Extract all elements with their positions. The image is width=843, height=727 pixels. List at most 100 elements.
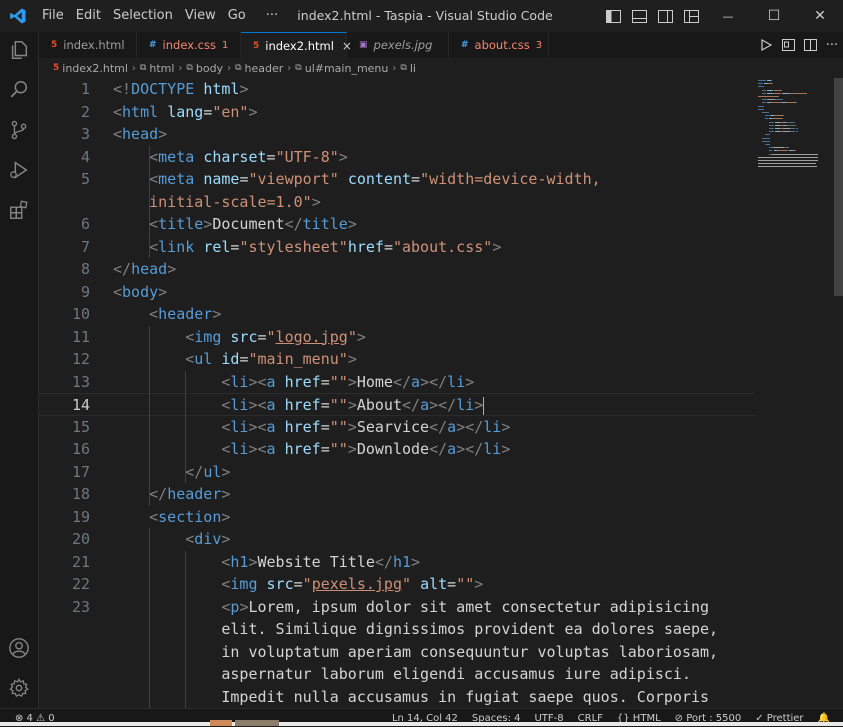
menu-selection[interactable]: Selection xyxy=(107,0,179,32)
code-token: > xyxy=(411,552,421,571)
code-line[interactable]: 1 <!DOCTYPE html> xyxy=(39,78,755,101)
html-file-icon: 5 xyxy=(53,63,60,73)
code-token: html xyxy=(122,102,159,121)
minimize-button[interactable]: — xyxy=(705,0,751,32)
code-line[interactable]: 2 <html lang="en"> xyxy=(39,101,755,124)
code-line[interactable]: 15 <li><a href="">Searvice</a></li> xyxy=(39,416,755,439)
code-line[interactable]: 5 <meta name="viewport" content="width=d… xyxy=(39,168,755,191)
code-token: > xyxy=(203,215,213,233)
source-control-icon[interactable] xyxy=(7,118,31,142)
minimap[interactable] xyxy=(756,78,834,208)
tab-index-html[interactable]: 5 index.html xyxy=(39,32,137,58)
code-token: li xyxy=(230,396,249,414)
menu-edit[interactable]: Edit xyxy=(70,0,107,32)
scrollbar-thumb[interactable] xyxy=(834,78,843,296)
menu-view[interactable]: View xyxy=(179,0,222,32)
code-token: li xyxy=(483,417,502,436)
code-line[interactable]: 8 </head> xyxy=(39,258,755,281)
code-line[interactable]: elit. Similique dignissimos provident ea… xyxy=(39,618,755,641)
code-line[interactable]: 17 </ul> xyxy=(39,461,755,484)
menu-bar: File Edit Selection View Go ··· xyxy=(36,0,284,32)
breadcrumb-item[interactable]: ⧉ ul#main_menu xyxy=(295,62,388,75)
code-token: >< xyxy=(248,372,267,391)
code-line[interactable]: 18 </header> xyxy=(39,483,755,506)
extensions-icon[interactable] xyxy=(7,198,31,222)
code-line[interactable]: 22 <img src="pexels.jpg" alt=""> xyxy=(39,573,755,596)
explorer-icon[interactable] xyxy=(7,38,31,62)
account-icon[interactable] xyxy=(7,636,31,660)
breadcrumb-item[interactable]: ⧉ li xyxy=(400,62,416,75)
toggle-secondary-sidebar-icon[interactable] xyxy=(652,0,678,32)
vscode-logo-icon[interactable] xyxy=(0,0,36,32)
close-button[interactable]: ✕ xyxy=(797,0,843,32)
code-line[interactable]: 6 <title>Document</title> xyxy=(39,213,755,236)
tab-pexels-jpg[interactable]: ▣ pexels.jpg xyxy=(347,32,449,58)
run-debug-icon[interactable] xyxy=(7,158,31,182)
minimap-stroke xyxy=(782,131,790,133)
code-line[interactable]: 20 <div> xyxy=(39,528,755,551)
code-token: < xyxy=(185,530,195,548)
code-line[interactable]: 10 <header> xyxy=(39,303,755,326)
code-token: alt xyxy=(420,575,448,593)
code-line[interactable]: 13 <li><a href="">Home</a></li> xyxy=(39,371,755,394)
code-line[interactable]: 19 <section> xyxy=(39,506,755,529)
code-token: lang xyxy=(167,102,204,121)
menu-more[interactable]: ··· xyxy=(260,0,284,32)
run-icon[interactable] xyxy=(755,32,777,58)
line-number: 2 xyxy=(80,102,90,121)
code-line[interactable]: 21 <h1>Website Title</h1> xyxy=(39,551,755,574)
tab-index-css[interactable]: # index.css 1 xyxy=(137,32,241,58)
open-preview-icon[interactable] xyxy=(777,32,799,58)
code-line[interactable]: 14 <li><a href="">About</a></li> xyxy=(39,393,755,416)
toggle-panel-icon[interactable] xyxy=(626,0,652,32)
line-number: 14 xyxy=(71,396,90,414)
code-line[interactable]: 9 <body> xyxy=(39,281,755,304)
code-token: "width=device-width, xyxy=(420,170,601,188)
toggle-sidebar-icon[interactable] xyxy=(600,0,626,32)
code-text: <li><a href="">Downlode</a></li> xyxy=(113,438,510,461)
code-editor[interactable]: 1 <!DOCTYPE html> 2 <html lang="en"> 3 <head>… xyxy=(39,78,755,708)
code-line[interactable]: in voluptatum aperiam consequuntur volup… xyxy=(39,641,755,664)
search-icon[interactable] xyxy=(7,78,31,102)
code-line[interactable]: initial-scale=1.0"> xyxy=(39,191,755,214)
code-line[interactable]: 4 <meta charset="UTF-8"> xyxy=(39,146,755,169)
breadcrumb-item[interactable]: ⧉ html xyxy=(140,62,175,75)
settings-gear-icon[interactable] xyxy=(7,676,31,700)
activity-bar xyxy=(0,32,39,708)
maximize-button[interactable]: ☐ xyxy=(751,0,797,32)
breadcrumb-item[interactable]: 5 index2.html xyxy=(53,62,128,75)
more-actions-icon[interactable]: ··· xyxy=(821,32,843,58)
minimap-stroke xyxy=(794,124,796,126)
code-token: ></ xyxy=(456,440,484,458)
code-line[interactable]: 11 <img src="logo.jpg"> xyxy=(39,326,755,349)
code-token: img xyxy=(230,575,258,593)
code-text: elit. Similique dignissimos provident ea… xyxy=(113,618,718,641)
menu-go[interactable]: Go xyxy=(222,0,252,32)
code-token: "main_menu" xyxy=(248,350,348,368)
code-line[interactable]: aspernatur laborum eligendi accusamus iu… xyxy=(39,663,755,686)
tab-about-css[interactable]: # about.css 3 xyxy=(449,32,549,58)
code-line[interactable]: 7 <link rel="stylesheet"href="about.css"… xyxy=(39,236,755,259)
code-token: > xyxy=(501,417,511,436)
line-number: 6 xyxy=(80,215,90,233)
code-line[interactable]: 3 <head> xyxy=(39,123,755,146)
customize-layout-icon[interactable] xyxy=(678,0,704,32)
breadcrumb-item[interactable]: ⧉ header xyxy=(235,62,283,75)
vertical-scrollbar[interactable] xyxy=(834,78,843,708)
breadcrumb-item[interactable]: ⧉ body xyxy=(186,62,223,75)
code-line[interactable]: 23 <p>Lorem, ipsum dolor sit amet consec… xyxy=(39,596,755,619)
code-line[interactable]: 12 <ul id="main_menu"> xyxy=(39,348,755,371)
code-token: href xyxy=(347,237,384,256)
tab-index2-html[interactable]: 5 index2.html × xyxy=(241,32,352,58)
split-editor-icon[interactable] xyxy=(799,32,821,58)
menu-file[interactable]: File xyxy=(36,0,70,32)
minimap-stroke xyxy=(773,131,775,133)
code-line[interactable]: Impedit nulla accusamus in fugiat saepe … xyxy=(39,686,755,709)
code-token: DOCTYPE xyxy=(131,80,195,98)
code-line[interactable]: 16 <li><a href="">Downlode</a></li> xyxy=(39,438,755,461)
code-token: </ xyxy=(429,417,448,436)
